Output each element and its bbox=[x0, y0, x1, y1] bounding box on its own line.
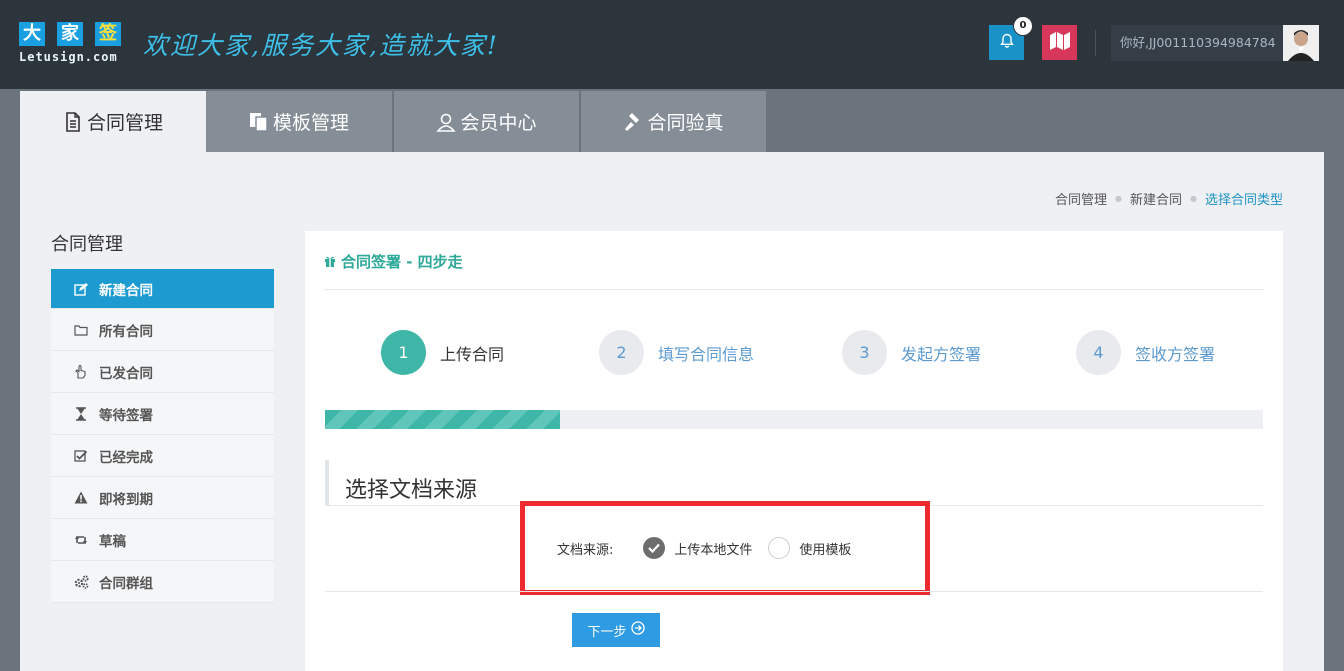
logo-char: 大 bbox=[19, 22, 45, 46]
site-logo[interactable]: 大 家 签 Letusign.com bbox=[19, 22, 121, 68]
divider bbox=[325, 591, 1263, 592]
breadcrumb: 合同管理 ● 新建合同 ● 选择合同类型 bbox=[1055, 189, 1283, 208]
sidebar-item-all-contracts[interactable]: 所有合同 bbox=[51, 309, 274, 351]
hourglass-icon bbox=[73, 406, 89, 422]
panel-title: 合同签署 - 四步走 bbox=[324, 251, 463, 272]
sidebar-item-pending-sign[interactable]: 等待签署 bbox=[51, 393, 274, 435]
sidebar-item-label: 等待签署 bbox=[99, 407, 153, 424]
check-square-icon bbox=[73, 448, 89, 464]
panel-title-text: 合同签署 - 四步走 bbox=[341, 253, 463, 271]
sidebar-item-label: 即将到期 bbox=[99, 491, 153, 508]
sidebar-item-completed[interactable]: 已经完成 bbox=[51, 435, 274, 477]
tab-label: 合同管理 bbox=[86, 112, 163, 134]
tab-label: 模板管理 bbox=[272, 112, 349, 134]
step-label: 发起方签署 bbox=[901, 344, 982, 364]
section-title: 选择文档来源 bbox=[325, 460, 1263, 506]
step-label: 上传合同 bbox=[440, 344, 505, 364]
logo-char: 签 bbox=[95, 22, 121, 46]
tab-label: 会员中心 bbox=[460, 112, 537, 134]
logo-text: Letusign.com bbox=[19, 50, 118, 64]
user-menu[interactable]: 你好,JJ001110394984784 bbox=[1111, 25, 1319, 61]
tab-template-management[interactable]: 模板管理 bbox=[206, 91, 394, 152]
notification-count-badge: 0 bbox=[1013, 16, 1033, 36]
sidebar-item-contract-groups[interactable]: 合同群组 bbox=[51, 561, 274, 603]
step-4: 4 签收方签署 bbox=[1076, 330, 1215, 375]
slogan: 欢迎大家,服务大家,造就大家! bbox=[143, 31, 499, 60]
arrow-circle-right-icon bbox=[630, 621, 645, 639]
tab-member-center[interactable]: 会员中心 bbox=[394, 91, 581, 152]
breadcrumb-separator: ● bbox=[1115, 194, 1122, 203]
folder-icon bbox=[73, 322, 89, 338]
divider bbox=[324, 289, 1264, 290]
step-label: 填写合同信息 bbox=[658, 344, 755, 364]
breadcrumb-current: 选择合同类型 bbox=[1204, 193, 1283, 208]
step-number: 3 bbox=[842, 330, 887, 375]
warning-icon bbox=[73, 490, 89, 506]
tab-contract-management[interactable]: 合同管理 bbox=[20, 91, 206, 152]
contract-signing-panel: 合同签署 - 四步走 1 上传合同 2 填写合同信息 3 发起方签署 4 签收方… bbox=[305, 231, 1283, 671]
sidebar-item-new-contract[interactable]: 新建合同 bbox=[51, 269, 274, 309]
step-number: 2 bbox=[599, 330, 644, 375]
sidebar-item-sent-contracts[interactable]: 已发合同 bbox=[51, 351, 274, 393]
user-icon bbox=[436, 112, 457, 132]
breadcrumb-item[interactable]: 新建合同 bbox=[1130, 189, 1182, 208]
step-number: 1 bbox=[381, 330, 426, 375]
sidebar-item-label: 已经完成 bbox=[99, 449, 153, 466]
retweet-icon bbox=[73, 532, 89, 548]
top-header: 大 家 签 Letusign.com 欢迎大家,服务大家,造就大家! 0 你好,… bbox=[0, 0, 1344, 89]
tab-contract-verify[interactable]: 合同验真 bbox=[581, 91, 766, 152]
header-divider bbox=[1095, 30, 1096, 56]
sidebar-item-label: 新建合同 bbox=[99, 282, 153, 299]
sidebar-title: 合同管理 bbox=[51, 234, 123, 255]
sidebar-item-label: 合同群组 bbox=[99, 575, 153, 592]
step-3: 3 发起方签署 bbox=[842, 330, 981, 375]
step-2: 2 填写合同信息 bbox=[599, 330, 754, 375]
sidebar-item-label: 已发合同 bbox=[99, 365, 153, 382]
breadcrumb-separator: ● bbox=[1190, 194, 1197, 203]
sidebar-item-label: 草稿 bbox=[99, 533, 126, 550]
sidebar-item-expiring[interactable]: 即将到期 bbox=[51, 477, 274, 519]
sidebar-item-drafts[interactable]: 草稿 bbox=[51, 519, 274, 561]
step-number: 4 bbox=[1076, 330, 1121, 375]
gears-icon bbox=[73, 574, 89, 590]
logo-char: 家 bbox=[57, 22, 83, 46]
copy-icon bbox=[249, 112, 269, 132]
main-tabs: 合同管理 模板管理 会员中心 合同验真 bbox=[20, 91, 766, 152]
gift-icon bbox=[324, 253, 336, 271]
sidebar-menu: 新建合同 所有合同 已发合同 等待签署 已经完成 即将到期 草稿 合同群组 bbox=[51, 269, 274, 603]
content-area: 合同管理 ● 新建合同 ● 选择合同类型 合同管理 新建合同 所有合同 已发合同… bbox=[20, 152, 1324, 671]
edit-icon bbox=[73, 281, 89, 297]
step-1: 1 上传合同 bbox=[381, 330, 504, 375]
avatar[interactable] bbox=[1283, 25, 1319, 61]
map-button[interactable] bbox=[1042, 25, 1077, 60]
progress-bar bbox=[325, 410, 1263, 429]
highlight-annotation-box bbox=[520, 501, 930, 595]
next-step-button[interactable]: 下一步 bbox=[572, 613, 660, 647]
hand-icon bbox=[73, 364, 89, 380]
user-greeting: 你好,JJ001110394984784 bbox=[1120, 35, 1276, 50]
sidebar-item-label: 所有合同 bbox=[99, 323, 153, 340]
bell-icon bbox=[999, 33, 1015, 53]
breadcrumb-item[interactable]: 合同管理 bbox=[1055, 189, 1107, 208]
progress-bar-fill bbox=[325, 410, 560, 429]
gavel-icon bbox=[623, 112, 643, 132]
section-title-text: 选择文档来源 bbox=[345, 478, 478, 503]
map-icon bbox=[1049, 31, 1071, 55]
document-icon bbox=[63, 111, 83, 132]
next-step-label: 下一步 bbox=[587, 624, 627, 640]
tab-label: 合同验真 bbox=[647, 112, 724, 134]
step-label: 签收方签署 bbox=[1135, 344, 1216, 364]
